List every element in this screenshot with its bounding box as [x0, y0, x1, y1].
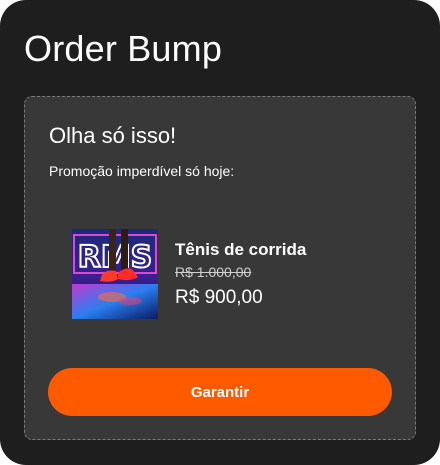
- product-price: R$ 900,00: [175, 287, 263, 308]
- product-old-price: R$ 1.000,00: [175, 264, 252, 280]
- order-bump-box: Olha só isso! Promoção imperdível só hoj…: [24, 96, 416, 440]
- product-name: Tênis de corrida: [175, 240, 307, 259]
- page-title: Order Bump: [24, 28, 223, 69]
- bump-subheadline: Promoção imperdível só hoje:: [49, 163, 235, 179]
- product-image: RMS: [72, 229, 158, 319]
- bump-headline: Olha só isso!: [49, 123, 177, 148]
- running-shoes-photo-icon: RMS: [72, 229, 158, 319]
- order-bump-card: Order Bump Olha só isso! Promoção imperd…: [0, 0, 440, 465]
- garantir-button[interactable]: Garantir: [48, 368, 392, 416]
